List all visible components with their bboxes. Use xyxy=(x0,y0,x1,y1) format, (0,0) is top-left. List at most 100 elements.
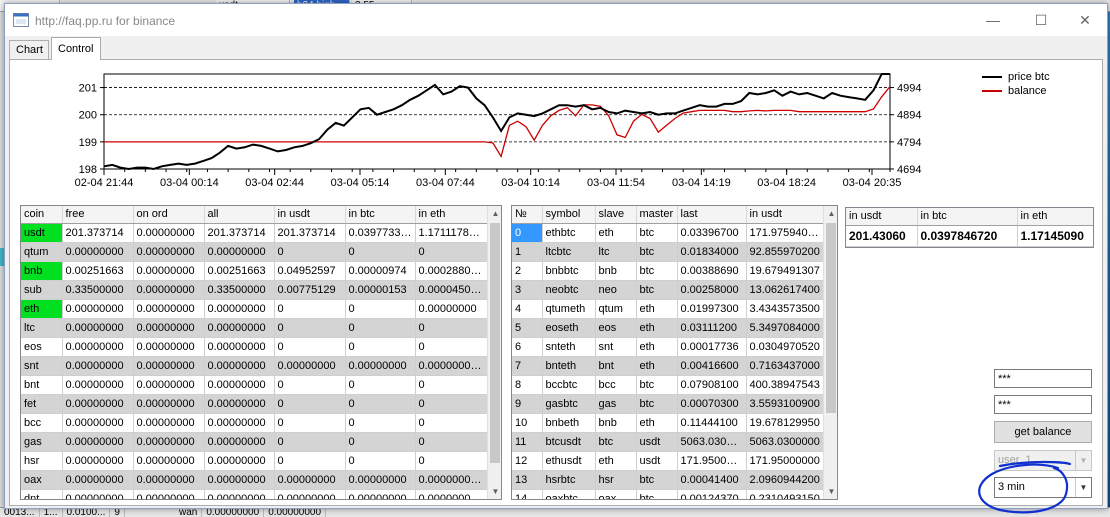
grid-cell[interactable]: 0.00000000 xyxy=(133,489,205,499)
coin-row[interactable]: bcc 0.00000000 0.00000000 0.00000000 0 0 0 xyxy=(21,413,490,433)
grid-cell[interactable]: btc xyxy=(636,261,678,281)
tab-chart[interactable]: Chart xyxy=(9,40,49,59)
grid-cell[interactable]: gasbtc xyxy=(542,394,596,414)
grid-cell[interactable]: 0.00000000 xyxy=(62,318,134,338)
symbol-row[interactable]: 4 qtumeth qtum eth 0.01997300 3.4343573500 xyxy=(512,299,825,319)
symbol-row[interactable]: 10 bnbeth bnb eth 0.11444100 19.678129950 xyxy=(512,413,825,433)
grid-cell[interactable]: 0 xyxy=(274,318,346,338)
grid-cell[interactable]: 0.00000000 xyxy=(133,451,205,471)
grid-cell[interactable]: 0.00000000 xyxy=(62,451,134,471)
symbol-row[interactable]: 2 bnbbtc bnb btc 0.00388690 19.679491307 xyxy=(512,261,825,281)
grid-cell[interactable]: 0.0304970520 xyxy=(746,337,825,357)
grid-cell[interactable]: 0 xyxy=(274,242,346,262)
grid-cell[interactable]: 0 xyxy=(512,223,543,243)
coin-row[interactable]: sub 0.33500000 0.00000000 0.33500000 0.00775… xyxy=(21,280,490,300)
grid-cell[interactable]: 0.00251663 xyxy=(62,261,134,281)
coin-row[interactable]: qtum 0.00000000 0.00000000 0.00000000 0 0 0 xyxy=(21,242,490,262)
grid-cell[interactable]: 0.00000000 xyxy=(133,356,205,376)
coins-grid-scrollbar[interactable]: ▲ ▼ xyxy=(487,206,501,499)
grid-cell[interactable]: btc xyxy=(636,375,678,395)
scroll-down-arrow[interactable]: ▼ xyxy=(824,484,837,499)
grid-cell[interactable]: eos xyxy=(595,318,637,338)
grid-cell[interactable]: 0 xyxy=(274,413,346,433)
grid-cell[interactable]: 0.00070300 xyxy=(677,394,747,414)
grid-cell[interactable]: 0.00000000 xyxy=(133,223,205,243)
grid-cell[interactable]: 0 xyxy=(345,432,416,452)
grid-cell[interactable]: ltc xyxy=(595,242,637,262)
grid-cell[interactable]: oax xyxy=(595,489,637,499)
grid-cell[interactable]: 14 xyxy=(512,489,543,499)
grid-cell[interactable]: neobtc xyxy=(542,280,596,300)
coin-row[interactable]: bnt 0.00000000 0.00000000 0.00000000 0 0 0 xyxy=(21,375,490,395)
grid-cell[interactable]: bcc xyxy=(21,413,63,433)
grid-cell[interactable]: 8 xyxy=(512,375,543,395)
grid-cell[interactable]: ltc xyxy=(21,318,63,338)
grid-cell[interactable]: 0.00000000 xyxy=(62,470,134,490)
grid-cell[interactable]: 0.00017736 xyxy=(677,337,747,357)
grid-cell[interactable]: 0.00000000 xyxy=(345,470,416,490)
column-header[interactable]: on ord xyxy=(133,206,205,224)
grid-cell[interactable]: oaxbtc xyxy=(542,489,596,499)
grid-cell[interactable]: 0 xyxy=(345,394,416,414)
grid-cell[interactable]: 0.00000000 xyxy=(62,394,134,414)
grid-cell[interactable]: fet xyxy=(21,394,63,414)
symbol-row[interactable]: 9 gasbtc gas btc 0.00070300 3.5593100900 xyxy=(512,394,825,414)
api-secret-input[interactable]: *** xyxy=(994,395,1092,414)
grid-cell[interactable]: bnbeth xyxy=(542,413,596,433)
symbol-row[interactable]: 8 bccbtc bcc btc 0.07908100 400.38947543 xyxy=(512,375,825,395)
grid-cell[interactable]: bnteth xyxy=(542,356,596,376)
grid-cell[interactable]: 0.00000000 xyxy=(274,470,346,490)
get-balance-button[interactable]: get balance xyxy=(994,421,1092,443)
close-button[interactable]: ✕ xyxy=(1063,8,1107,32)
grid-cell[interactable]: gas xyxy=(21,432,63,452)
grid-cell[interactable]: bcc xyxy=(595,375,637,395)
grid-cell[interactable]: 0.00000974 xyxy=(345,261,416,281)
grid-cell[interactable]: 0 xyxy=(274,299,346,319)
grid-cell[interactable]: 92.855970200 xyxy=(746,242,825,262)
summary-in-eth[interactable]: 1.17145090 xyxy=(1017,225,1093,247)
grid-cell[interactable]: eoseth xyxy=(542,318,596,338)
grid-cell[interactable]: 0.00000000 xyxy=(133,413,205,433)
coins-grid[interactable]: coin free on ord all in usdt in btc in eth usd… xyxy=(20,205,502,500)
grid-cell[interactable]: 19.679491307 xyxy=(746,261,825,281)
grid-cell[interactable]: 0.00000000 xyxy=(204,356,275,376)
grid-cell[interactable]: 0.00124370 xyxy=(677,489,747,499)
grid-cell[interactable]: bnt xyxy=(595,356,637,376)
grid-cell[interactable]: neo xyxy=(595,280,637,300)
grid-cell[interactable]: 0.039773311 xyxy=(345,223,416,243)
grid-cell[interactable]: 0.00000000 xyxy=(133,337,205,357)
symbol-row[interactable]: 1 ltcbtc ltc btc 0.01834000 92.855970200 xyxy=(512,242,825,262)
coin-row[interactable]: fet 0.00000000 0.00000000 0.00000000 0 0 0 xyxy=(21,394,490,414)
grid-cell[interactable]: btc xyxy=(636,242,678,262)
coin-row[interactable]: hsr 0.00000000 0.00000000 0.00000000 0 0 0 xyxy=(21,451,490,471)
symbol-row[interactable]: 13 hsrbtc hsr btc 0.00041400 2.0960944200 xyxy=(512,470,825,490)
grid-cell[interactable]: 171.95000000 xyxy=(746,451,825,471)
grid-cell[interactable]: bnb xyxy=(595,413,637,433)
scroll-thumb[interactable] xyxy=(490,223,500,463)
grid-cell[interactable]: 0.00775129 xyxy=(274,280,346,300)
grid-cell[interactable]: 0 xyxy=(345,318,416,338)
grid-cell[interactable]: snteth xyxy=(542,337,596,357)
grid-cell[interactable]: 0.00000153 xyxy=(345,280,416,300)
column-header[interactable]: in eth xyxy=(415,206,490,224)
grid-cell[interactable]: usdt xyxy=(636,451,678,471)
column-header[interactable]: in usdt xyxy=(746,206,825,224)
grid-cell[interactable]: qtum xyxy=(21,242,63,262)
column-header[interactable]: coin xyxy=(21,206,63,224)
grid-cell[interactable]: 0.7163437000 xyxy=(746,356,825,376)
grid-cell[interactable]: 2.0960944200 xyxy=(746,470,825,490)
grid-cell[interactable]: 5 xyxy=(512,318,543,338)
symbols-grid-scrollbar[interactable]: ▲ ▼ xyxy=(823,206,837,499)
grid-cell[interactable]: hsr xyxy=(21,451,63,471)
grid-cell[interactable]: 11 xyxy=(512,432,543,452)
grid-cell[interactable]: 201.373714 xyxy=(204,223,275,243)
grid-cell[interactable]: eth xyxy=(636,337,678,357)
grid-cell[interactable]: 0 xyxy=(345,451,416,471)
symbols-grid[interactable]: № symbol slave master last in usdt 0 ethbtc eth… xyxy=(511,205,838,500)
grid-cell[interactable]: 0.00000000 xyxy=(204,432,275,452)
coin-row[interactable]: bnb 0.00251663 0.00000000 0.00251663 0.04952… xyxy=(21,261,490,281)
interval-select[interactable]: 3 min ▼ xyxy=(994,477,1092,498)
grid-cell[interactable]: 0.01834000 xyxy=(677,242,747,262)
coin-row[interactable]: eos 0.00000000 0.00000000 0.00000000 0 0 0 xyxy=(21,337,490,357)
grid-cell[interactable]: 0 xyxy=(415,451,490,471)
